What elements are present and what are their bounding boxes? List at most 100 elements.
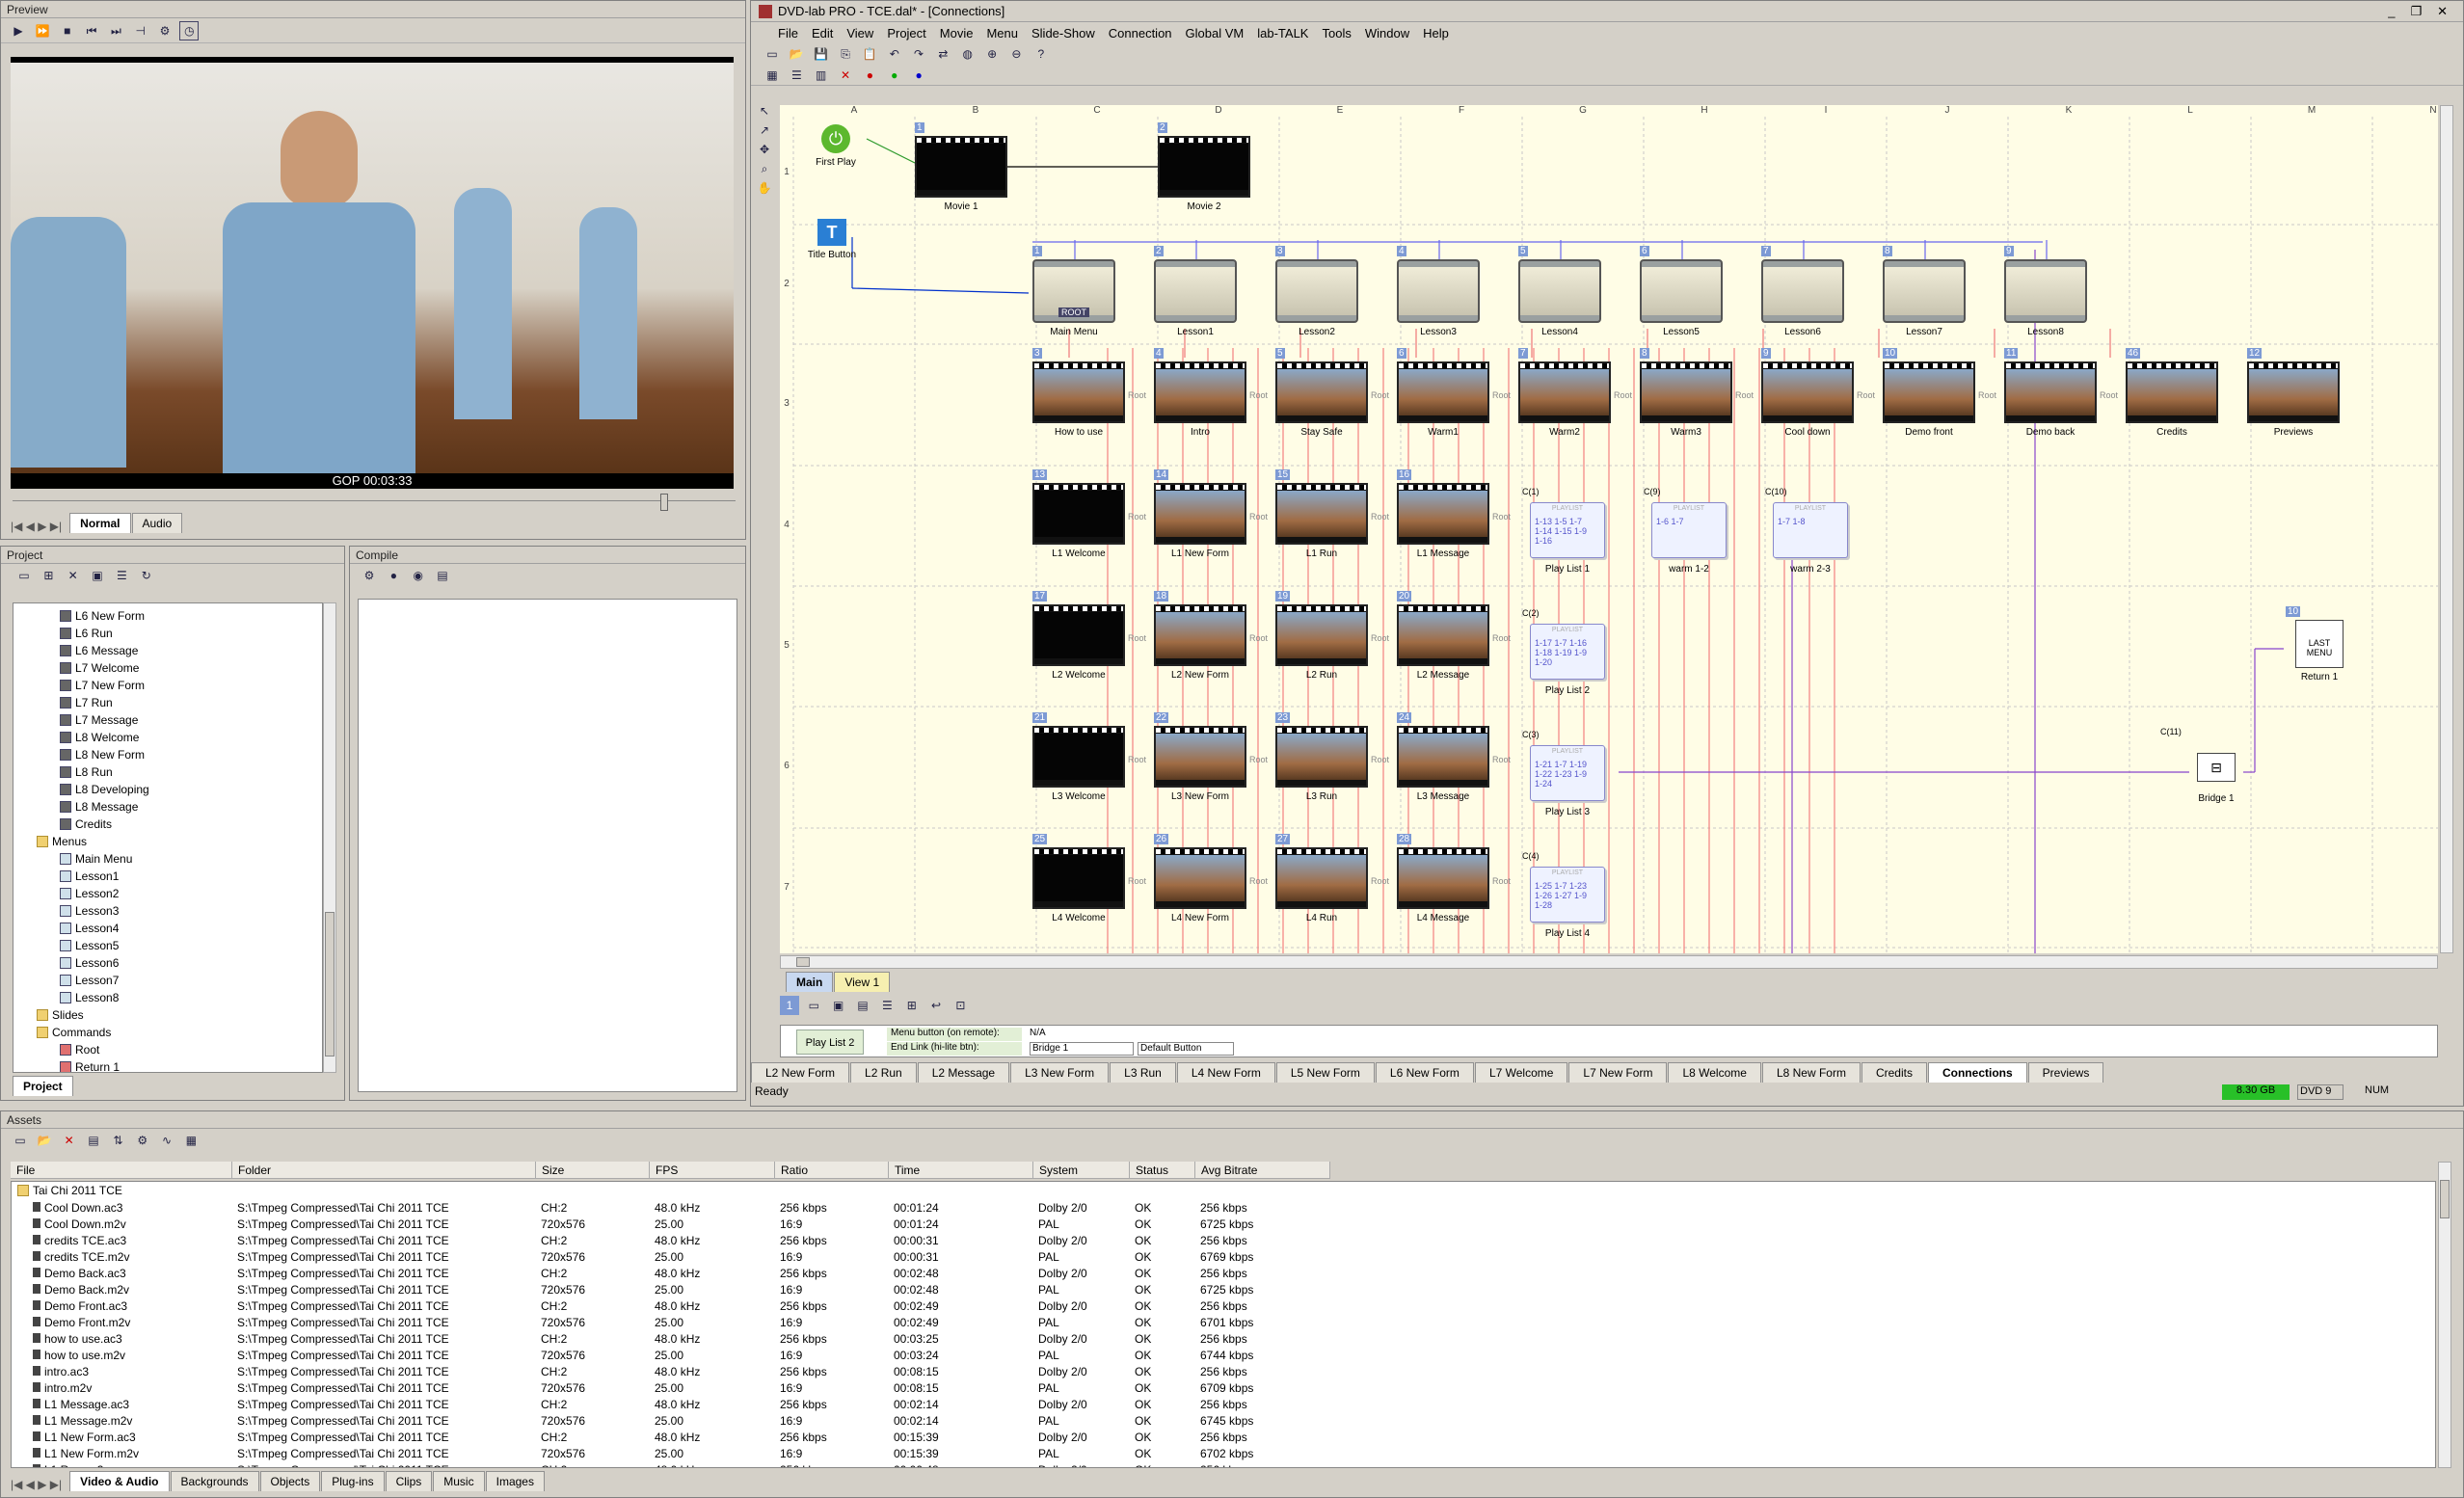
menu-help[interactable]: Help xyxy=(1423,26,1449,40)
movie-node[interactable]: 14 L1 New Form Root xyxy=(1154,469,1268,559)
tree-item[interactable]: L8 Message xyxy=(13,798,322,816)
delete-link-icon[interactable]: ✕ xyxy=(836,66,855,85)
playlist-node[interactable]: PLAYLIST 1-21 1-7 1-19 1-22 1-23 1-9 1-24 Pl… xyxy=(1530,745,1605,817)
column-header[interactable]: Ratio xyxy=(775,1162,889,1179)
movie-node[interactable]: 23 L3 Run Root xyxy=(1275,712,1389,802)
menu-edit[interactable]: Edit xyxy=(812,26,833,40)
tree-item[interactable]: L7 Message xyxy=(13,711,322,729)
color-icon[interactable]: ● xyxy=(860,66,879,85)
movie-node[interactable]: 3 How to use Root xyxy=(1032,348,1146,438)
playlist-icon[interactable]: ☰ xyxy=(877,996,897,1015)
doc-tab[interactable]: L4 New Form xyxy=(1176,1062,1275,1083)
asset-row[interactable]: how to use.ac3 S:\Tmpeg Compressed\Tai Ch… xyxy=(12,1330,1331,1347)
movie-node[interactable]: 9 Cool down Root xyxy=(1761,348,1875,438)
menu-view[interactable]: View xyxy=(846,26,873,40)
canvas-vscroll[interactable] xyxy=(2440,105,2453,953)
doc-tab[interactable]: Credits xyxy=(1861,1062,1927,1083)
minimize-icon[interactable]: _ xyxy=(2388,4,2395,18)
help-icon[interactable]: ? xyxy=(1031,44,1051,64)
asset-group[interactable]: Tai Chi 2011 TCE xyxy=(12,1182,2435,1199)
menu-movie[interactable]: Movie xyxy=(940,26,974,40)
zoom-in-icon[interactable]: ⊕ xyxy=(982,44,1002,64)
hand-icon[interactable]: ✋ xyxy=(755,178,774,198)
asset-row[interactable]: Demo Back.m2v S:\Tmpeg Compressed\Tai Chi… xyxy=(12,1281,1331,1297)
asset-row[interactable]: L1 Message.ac3 S:\Tmpeg Compressed\Tai Ch… xyxy=(12,1396,1331,1412)
movie-node[interactable]: 28 L4 Message Root xyxy=(1397,834,1511,923)
playlist-node[interactable]: PLAYLIST 1-13 1-5 1-7 1-14 1-15 1-9 1-16 Pla… xyxy=(1530,502,1605,575)
end-link-select[interactable]: Bridge 1 xyxy=(1030,1042,1134,1056)
settings-icon[interactable]: ⚙ xyxy=(155,21,174,40)
zoom-tool-icon[interactable]: ⌕ xyxy=(755,159,774,178)
next-frame-icon[interactable]: ⏭ xyxy=(106,21,125,40)
pointer-icon[interactable]: ↖ xyxy=(755,101,774,120)
dvd-type-select[interactable]: DVD 9 xyxy=(2297,1084,2343,1100)
doc-tab[interactable]: L7 New Form xyxy=(1568,1062,1668,1083)
menu-lab-talk[interactable]: lab-TALK xyxy=(1257,26,1308,40)
playlist-node[interactable]: PLAYLIST 1-6 1-7 warm 1-2 xyxy=(1651,502,1727,575)
menu-icon[interactable]: ▤ xyxy=(853,996,872,1015)
doc-tab[interactable]: L6 New Form xyxy=(1375,1062,1474,1083)
assets-new-icon[interactable]: ▭ xyxy=(11,1131,30,1150)
tree-item[interactable]: L8 Welcome xyxy=(13,729,322,746)
menu-node[interactable]: 3 Lesson2 xyxy=(1275,246,1358,337)
movie-node[interactable]: 18 L2 New Form Root xyxy=(1154,591,1268,681)
assets-delete-icon[interactable]: ✕ xyxy=(60,1131,79,1150)
return-node[interactable]: 10 LAST MENU Return 1 xyxy=(2286,606,2353,682)
column-header[interactable]: Time xyxy=(889,1162,1033,1179)
doc-tab[interactable]: L2 Run xyxy=(850,1062,917,1083)
link-tool-icon[interactable]: ↗ xyxy=(755,120,774,140)
tree-item[interactable]: Root xyxy=(13,1041,322,1058)
doc-tab[interactable]: L7 Welcome xyxy=(1474,1062,1568,1083)
playlist-node[interactable]: PLAYLIST 1-7 1-8 warm 2-3 xyxy=(1773,502,1848,575)
end-link-button-select[interactable]: Default Button xyxy=(1138,1042,1234,1056)
tree-item[interactable]: Lesson1 xyxy=(13,868,322,885)
asset-tab[interactable]: Music xyxy=(433,1471,485,1491)
tab-main-view[interactable]: Main xyxy=(786,972,834,992)
undo-icon[interactable]: ↶ xyxy=(885,44,904,64)
burn-icon[interactable]: ◉ xyxy=(409,566,428,585)
tree-item[interactable]: L7 Welcome xyxy=(13,659,322,677)
movie-node[interactable]: 5 Stay Safe Root xyxy=(1275,348,1389,438)
asset-row[interactable]: Cool Down.m2v S:\Tmpeg Compressed\Tai Chi… xyxy=(12,1216,1331,1232)
tree-item[interactable]: L6 New Form xyxy=(13,607,322,625)
column-header[interactable]: Size xyxy=(536,1162,650,1179)
color3-icon[interactable]: ● xyxy=(909,66,928,85)
close-icon[interactable]: ✕ xyxy=(2437,4,2448,19)
tree-item[interactable]: Lesson4 xyxy=(13,920,322,937)
assets-grid-icon[interactable]: ▦ xyxy=(181,1131,201,1150)
column-header[interactable]: File xyxy=(11,1162,232,1179)
image-icon[interactable]: ▣ xyxy=(88,566,107,585)
tree-item[interactable]: Lesson2 xyxy=(13,885,322,902)
menu-node[interactable]: 2 Lesson1 xyxy=(1154,246,1237,337)
tree-item[interactable]: L7 New Form xyxy=(13,677,322,694)
mark-icon[interactable]: ⊣ xyxy=(131,21,150,40)
asset-row[interactable]: credits TCE.m2v S:\Tmpeg Compressed\Tai C… xyxy=(12,1248,1331,1265)
tab-project[interactable]: Project xyxy=(13,1076,73,1096)
movie-node[interactable]: 6 Warm1 Root xyxy=(1397,348,1511,438)
canvas-hscroll[interactable] xyxy=(780,955,2438,969)
asset-row[interactable]: intro.m2v S:\Tmpeg Compressed\Tai Chi 201… xyxy=(12,1379,1331,1396)
doc-tab[interactable]: L8 Welcome xyxy=(1668,1062,1761,1083)
menu-node[interactable]: 7 Lesson6 xyxy=(1761,246,1844,337)
doc-tab[interactable]: Connections xyxy=(1927,1062,2027,1083)
movie-node[interactable]: 12 Previews xyxy=(2247,348,2340,438)
movie-node[interactable]: 22 L3 New Form Root xyxy=(1154,712,1268,802)
prev-frame-icon[interactable]: ⏮ xyxy=(82,21,101,40)
movie-node[interactable]: 17 L2 Welcome Root xyxy=(1032,591,1146,681)
column-header[interactable]: Status xyxy=(1130,1162,1195,1179)
assets-tool-icon[interactable]: ⚙ xyxy=(133,1131,152,1150)
tab-audio[interactable]: Audio xyxy=(131,513,183,533)
paste-icon[interactable]: 📋 xyxy=(860,44,879,64)
menu-project[interactable]: Project xyxy=(887,26,925,40)
tree-item[interactable]: Main Menu xyxy=(13,850,322,868)
movie-icon[interactable]: ▣ xyxy=(829,996,848,1015)
connect-icon[interactable]: ⇄ xyxy=(933,44,952,64)
tree-item[interactable]: Slides xyxy=(13,1006,322,1024)
movie-node[interactable]: 8 Warm3 Root xyxy=(1640,348,1754,438)
asset-row[interactable]: credits TCE.ac3 S:\Tmpeg Compressed\Tai C… xyxy=(12,1232,1331,1248)
report-icon[interactable]: ▤ xyxy=(433,566,452,585)
tree-item[interactable]: L6 Run xyxy=(13,625,322,642)
asset-tab[interactable]: Plug-ins xyxy=(321,1471,385,1491)
movie-node[interactable]: 13 L1 Welcome Root xyxy=(1032,469,1146,559)
asset-tab[interactable]: Clips xyxy=(385,1471,433,1491)
